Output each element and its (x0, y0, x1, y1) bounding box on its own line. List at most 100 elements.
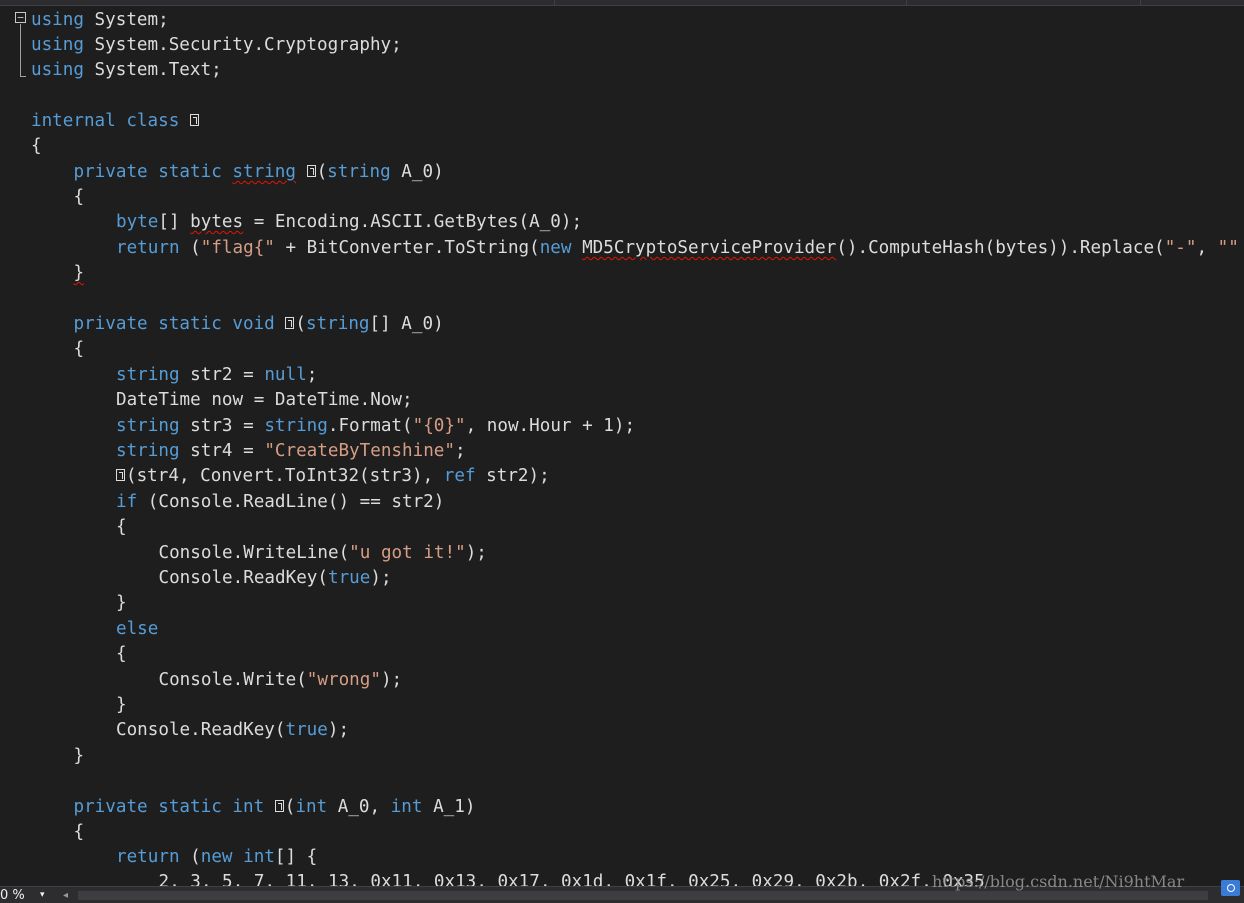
unknown-glyph-icon: ? (189, 114, 199, 126)
code-line[interactable]: string str2 = null; (116, 363, 317, 388)
code-line[interactable]: 2, 3, 5, 7, 11, 13, 0x11, 0x13, 0x17, 0x… (159, 870, 985, 886)
code-line[interactable]: { (31, 134, 42, 159)
code-token: 2, 3, 5, 7, 11, 13, 0x11, 0x13, 0x17, 0x… (158, 872, 985, 886)
code-line[interactable]: ?(str4, Convert.ToInt32(str3), ref str2)… (116, 464, 550, 489)
code-line[interactable]: { (116, 515, 127, 540)
code-token: int (390, 797, 423, 817)
zoom-dropdown-icon[interactable]: ▾ (40, 890, 45, 900)
code-token: [] { (274, 847, 318, 867)
code-line[interactable]: string str3 = string.Format("{0}", now.H… (116, 414, 635, 439)
code-token: ); (380, 670, 403, 690)
code-token: string (116, 416, 180, 436)
code-token: A_0, (327, 797, 391, 817)
code-line[interactable]: DateTime now = DateTime.Now; (116, 388, 413, 413)
strip-segment (554, 0, 845, 5)
code-token: ( (179, 847, 201, 867)
code-line[interactable]: byte[] bytes = Encoding.ASCII.GetBytes(A… (116, 210, 582, 235)
code-token: using (31, 35, 84, 55)
code-token: using (31, 60, 84, 80)
code-token: ; (306, 365, 318, 385)
code-area[interactable]: using System; using System.Security.Crypt… (0, 6, 1244, 886)
code-line[interactable]: using System.Text; (31, 58, 222, 83)
code-editor[interactable]: − using System; using System.Security.Cry… (0, 0, 1244, 903)
code-line[interactable]: { (74, 337, 85, 362)
code-token: DateTime now = DateTime.Now; (116, 390, 413, 410)
code-token: ().ComputeHash(bytes)).Replace( (836, 238, 1165, 258)
code-line[interactable]: { (116, 642, 127, 667)
code-line[interactable]: private static string ?(string A_0) (74, 160, 444, 185)
code-token: Console.WriteLine( (158, 543, 350, 563)
code-line[interactable]: } (116, 591, 127, 616)
code-token: str2 = (179, 365, 265, 385)
code-line[interactable]: } (74, 744, 85, 769)
code-line[interactable]: Console.ReadKey(true); (159, 566, 392, 591)
unknown-glyph-icon: ? (116, 469, 125, 481)
code-line[interactable]: using System.Security.Cryptography; (31, 33, 402, 58)
code-line[interactable]: internal class ? (31, 109, 200, 134)
code-token: "wrong" (306, 670, 381, 690)
code-token: int (295, 797, 328, 817)
code-token: "CreateByTenshine" (264, 441, 455, 461)
code-line[interactable]: Console.WriteLine("u got it!"); (159, 541, 487, 566)
camera-icon[interactable] (1221, 880, 1240, 896)
scroll-left-icon[interactable]: ◂ (63, 890, 68, 901)
zoom-level[interactable]: 0 % (0, 888, 25, 903)
code-token: static (158, 162, 222, 182)
code-token: [] A_0) (369, 314, 444, 334)
code-line[interactable]: else (116, 617, 158, 642)
code-line[interactable]: private static void ?(string[] A_0) (74, 312, 444, 337)
code-token: ref (443, 466, 476, 486)
code-token: int (232, 797, 265, 817)
code-token: "" (1217, 238, 1239, 258)
code-token: class (126, 111, 180, 131)
code-line[interactable]: } (116, 693, 127, 718)
horizontal-scrollbar[interactable] (78, 891, 1208, 900)
code-token: private (73, 314, 148, 334)
code-line[interactable]: return ("flag{" + BitConverter.ToString(… (116, 236, 1239, 261)
code-token: string (116, 441, 180, 461)
code-token: } (73, 263, 85, 283)
code-token: byte (116, 212, 159, 232)
code-line[interactable]: { (74, 820, 85, 845)
code-token: ( (284, 797, 296, 817)
code-token: str2); (475, 466, 550, 486)
code-token: string (232, 162, 296, 182)
code-token: + BitConverter.ToString( (274, 238, 540, 258)
code-line[interactable]: } (74, 261, 85, 286)
code-line[interactable]: Console.ReadKey(true); (116, 718, 349, 743)
code-token: bytes (190, 212, 244, 232)
code-line[interactable]: return (new int[] { (116, 845, 317, 870)
code-token: string (305, 314, 370, 334)
code-token: str4 = (179, 441, 265, 461)
code-token: ( (295, 314, 306, 334)
unknown-glyph-icon: ? (306, 165, 316, 177)
code-token: true (285, 720, 328, 740)
code-token: = Encoding.ASCII.GetBytes(A_0); (243, 212, 583, 232)
code-token: Console.Write( (158, 670, 307, 690)
code-line[interactable]: private static int ?(int A_0, int A_1) (74, 795, 476, 820)
code-line[interactable]: Console.Write("wrong"); (159, 668, 403, 693)
code-line[interactable]: if (Console.ReadLine() == str2) (116, 490, 444, 515)
code-token: "-" (1164, 238, 1197, 258)
code-token: using (31, 10, 84, 30)
code-line[interactable]: string str4 = "CreateByTenshine"; (116, 439, 466, 464)
code-token: .Format( (327, 416, 413, 436)
code-token: static (158, 797, 222, 817)
code-line[interactable]: { (74, 185, 85, 210)
code-token: } (116, 695, 127, 715)
code-line[interactable]: using System; (31, 8, 169, 33)
code-token: (Console.ReadLine() == str2) (137, 492, 445, 512)
code-token: string (264, 416, 328, 436)
code-token: , now.Hour + 1); (465, 416, 636, 436)
code-token: private (73, 797, 148, 817)
